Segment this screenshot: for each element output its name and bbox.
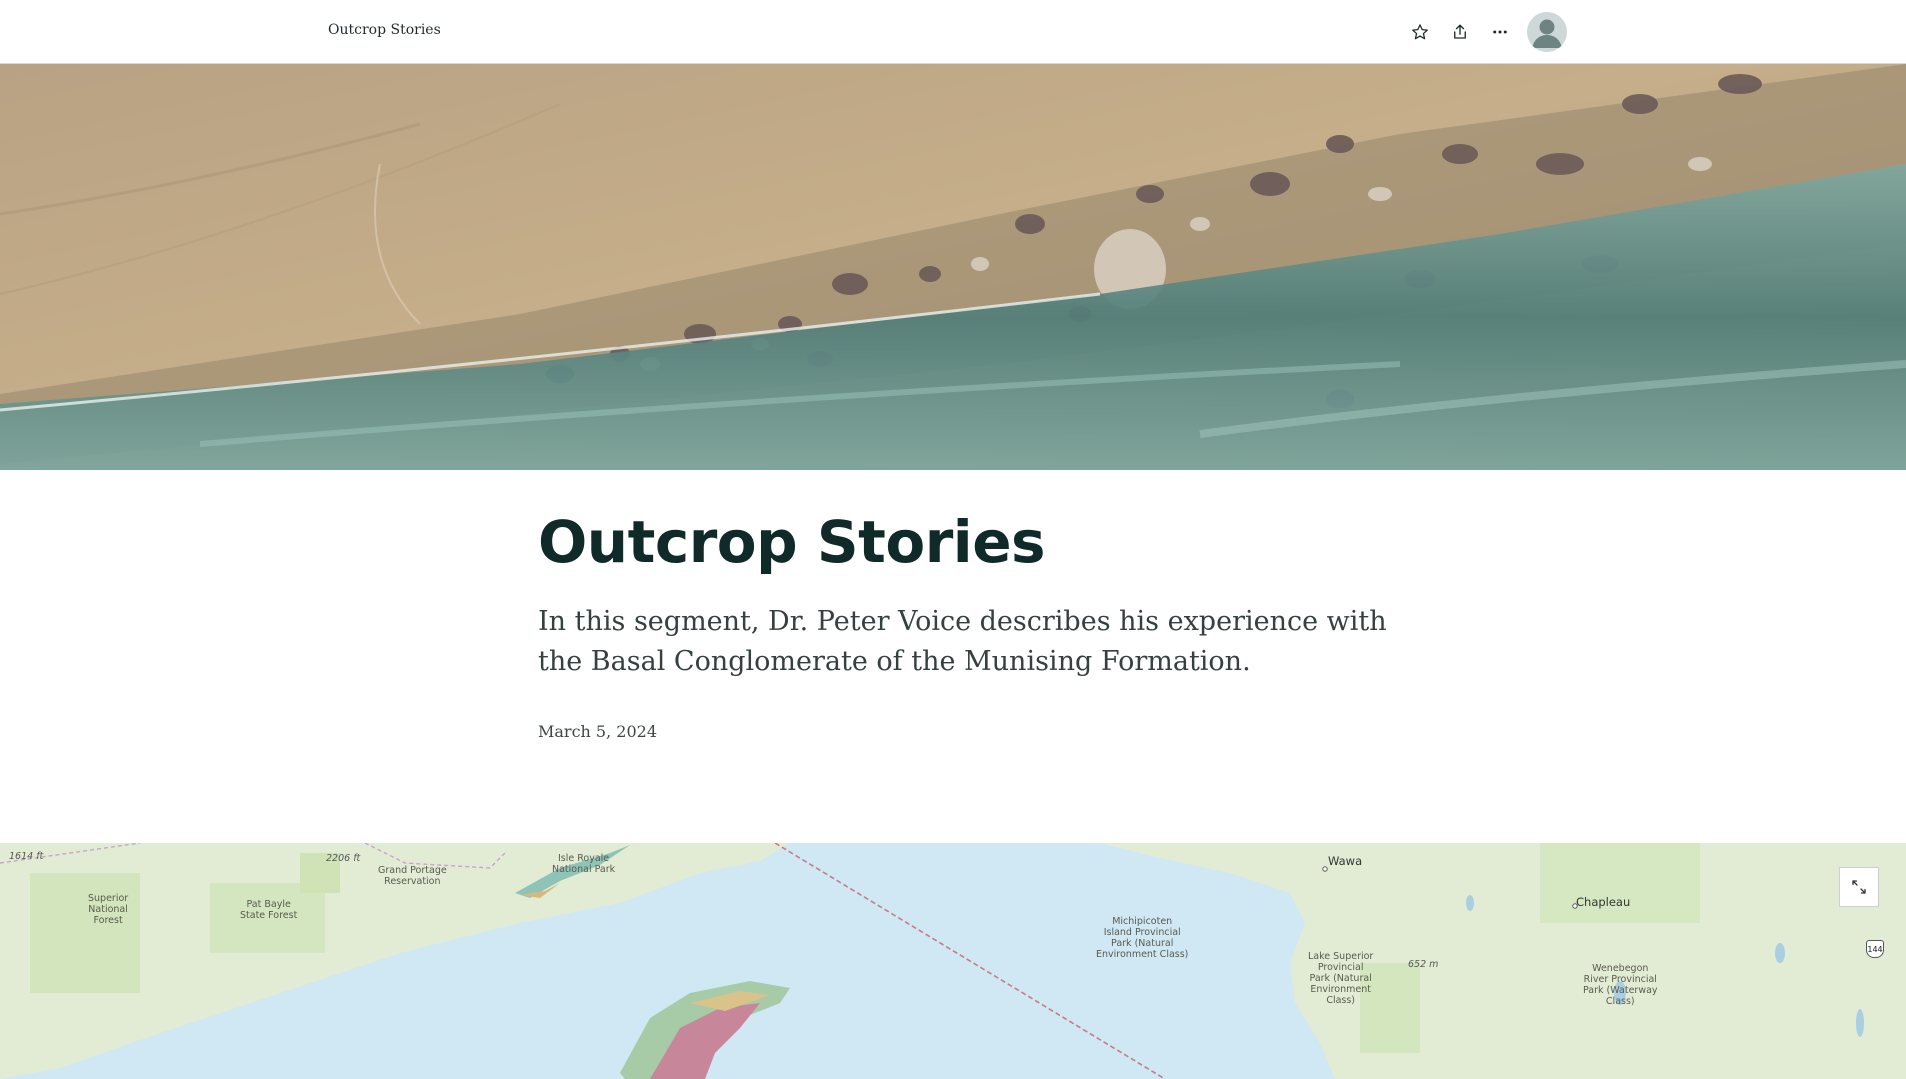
- share-button[interactable]: [1445, 17, 1475, 47]
- top-navigation-bar: Outcrop Stories: [0, 0, 1906, 64]
- map-place-label: Wenebegon River Provincial Park (Waterwa…: [1583, 963, 1658, 1007]
- hero-image: [0, 64, 1906, 470]
- favorite-button[interactable]: [1405, 17, 1435, 47]
- expand-icon: [1852, 880, 1866, 894]
- user-avatar-icon: [1527, 12, 1567, 52]
- route-shield: 144: [1866, 940, 1884, 958]
- conglomerate-outcrop-photo: [0, 64, 1906, 470]
- map-elevation-label: 2206 ft: [326, 853, 361, 864]
- story-subtitle: In this segment, Dr. Peter Voice describ…: [538, 606, 1387, 677]
- map-expand-button[interactable]: [1839, 867, 1879, 907]
- map-city-label: Chapleau: [1576, 895, 1631, 909]
- user-avatar[interactable]: [1527, 12, 1567, 52]
- share-icon: [1454, 24, 1466, 39]
- map-place-label: Michipicoten Island Provincial Park (Nat…: [1096, 916, 1189, 960]
- map-elevation-label: 652 m: [1408, 959, 1439, 970]
- map-place-label: Pat Bayle State Forest: [240, 899, 298, 921]
- story-title: Outcrop Stories: [538, 508, 1046, 576]
- map-place-label: Isle Royale National Park: [552, 853, 616, 875]
- more-options-button[interactable]: [1485, 17, 1515, 47]
- site-title[interactable]: Outcrop Stories: [328, 22, 441, 38]
- map-place-label: Superior National Forest: [88, 893, 129, 926]
- map-view[interactable]: 1614 ft 2206 ft Grand Portage Reservatio…: [0, 843, 1906, 1079]
- publish-date: March 5, 2024: [538, 722, 657, 741]
- map-city-label: Wawa: [1328, 854, 1363, 868]
- more-options-icon: [1493, 30, 1507, 34]
- map-elevation-label: 1614 ft: [9, 851, 44, 862]
- map-basemap: [0, 843, 1906, 1079]
- star-icon: [1412, 24, 1428, 40]
- map-place-label: Lake Superior Provincial Park (Natural E…: [1308, 951, 1374, 1006]
- map-place-label: Grand Portage Reservation: [378, 865, 447, 887]
